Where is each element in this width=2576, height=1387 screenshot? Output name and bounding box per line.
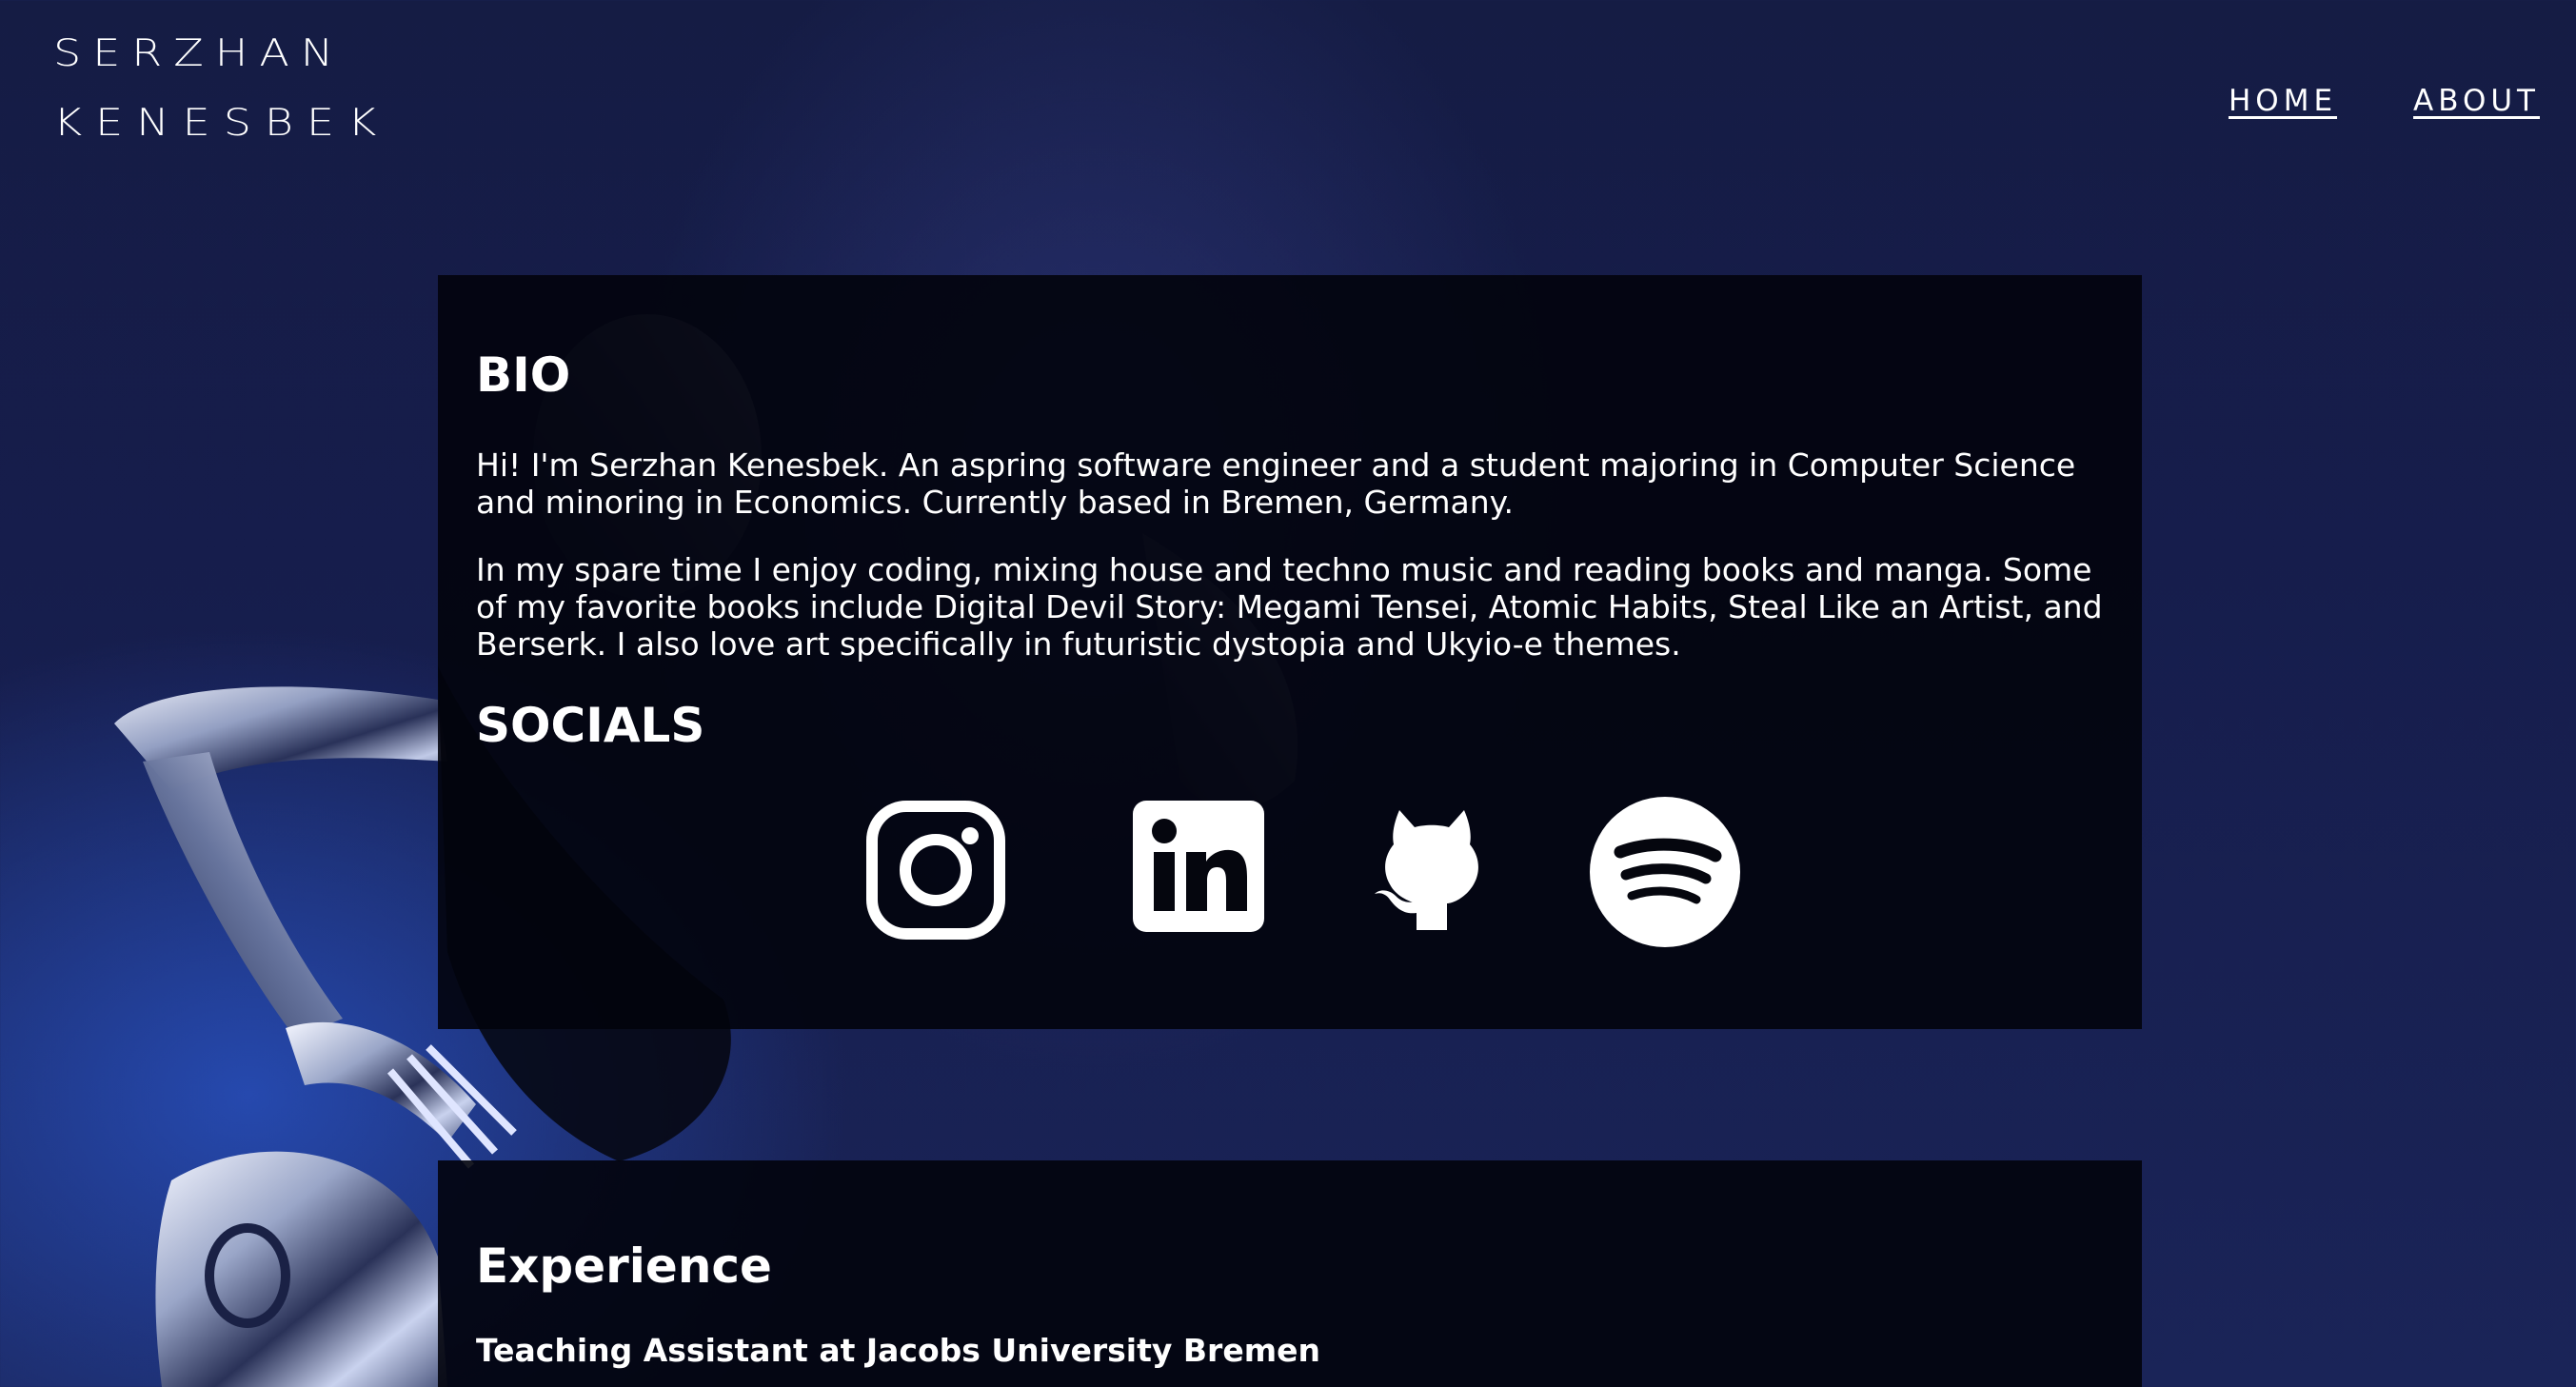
spotify-icon [1590,797,1740,947]
site-logo[interactable]: SERZHAN KENESBEK [53,32,389,143]
github-link[interactable] [1371,801,1493,934]
logo-first-name: SERZHAN [53,30,346,75]
linkedin-link[interactable] [1133,801,1264,932]
experience-panel: Experience Teaching Assistant at Jacobs … [438,1160,2142,1387]
experience-heading: Experience [476,1238,772,1294]
bio-panel: BIO Hi! I'm Serzhan Kenesbek. An aspring… [438,275,2142,1029]
instagram-icon [866,801,1005,940]
main-nav: HOME ABOUT [2229,84,2540,118]
experience-role-title: Teaching Assistant at Jacobs University … [476,1332,1320,1369]
spotify-link[interactable] [1588,795,1742,949]
github-icon [1375,810,1478,930]
instagram-link[interactable] [866,801,1005,940]
logo-last-name: KENESBEK [53,100,390,145]
linkedin-icon [1133,801,1264,932]
bio-heading: BIO [476,347,571,403]
socials-heading: SOCIALS [476,698,705,753]
bio-paragraph-1: Hi! I'm Serzhan Kenesbek. An aspring sof… [476,446,2076,521]
nav-about-link[interactable]: ABOUT [2413,84,2540,118]
bio-paragraph-2: In my spare time I enjoy coding, mixing … [476,551,2103,663]
nav-home-link[interactable]: HOME [2229,84,2337,118]
social-links [438,797,2142,962]
